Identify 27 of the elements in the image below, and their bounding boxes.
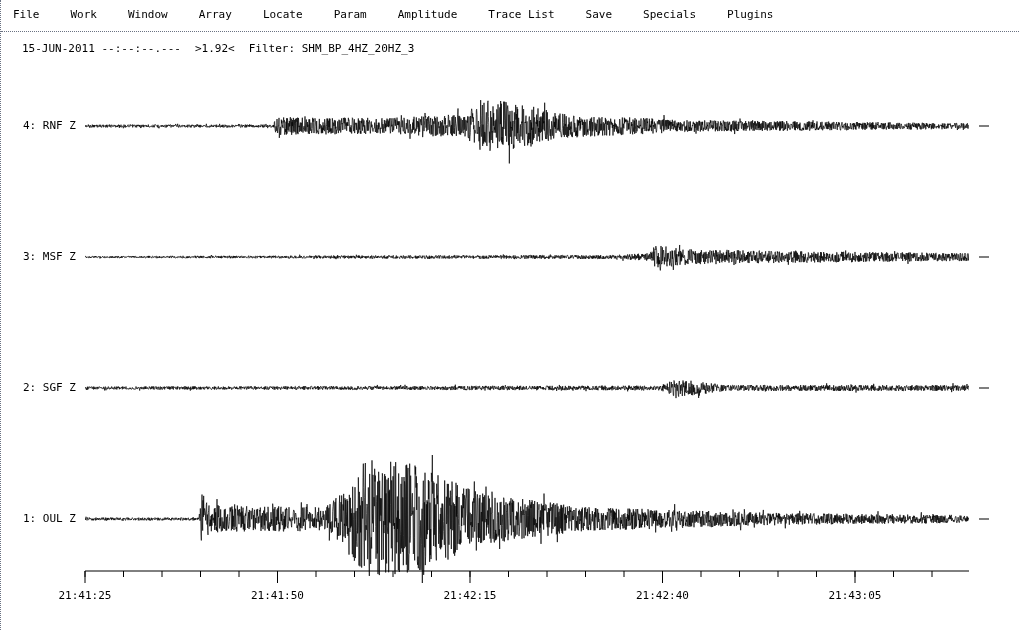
trace-end-mark bbox=[979, 125, 989, 127]
time-axis-label: 21:42:40 bbox=[635, 587, 690, 604]
menu-item[interactable]: Trace List bbox=[488, 7, 555, 24]
menu-item[interactable]: Window bbox=[128, 7, 168, 24]
trace-label: 3: MSF Z bbox=[23, 248, 76, 265]
menu-item[interactable]: File bbox=[13, 7, 40, 24]
trace-label: 4: RNF Z bbox=[23, 117, 76, 134]
trace-label: 2: SGF Z bbox=[23, 379, 76, 396]
menu-item[interactable]: Save bbox=[585, 7, 613, 24]
scale-readout: >1.92< bbox=[194, 41, 235, 57]
menu-item[interactable]: Array bbox=[198, 7, 232, 24]
time-axis-label: 21:43:05 bbox=[827, 587, 883, 604]
trace-label: 1: OUL Z bbox=[23, 510, 76, 527]
menu-item[interactable]: Specials bbox=[643, 7, 697, 24]
trace-end-mark bbox=[979, 387, 989, 389]
menu-item[interactable]: Amplitude bbox=[397, 7, 458, 24]
time-axis-label: 21:41:50 bbox=[250, 587, 305, 604]
menu-item[interactable]: Work bbox=[70, 7, 97, 24]
trace-end-mark bbox=[979, 256, 989, 258]
trace-end-mark bbox=[979, 518, 989, 520]
filter-label: Filter: SHM_BP_4HZ_20HZ_3 bbox=[248, 41, 415, 57]
date-time-readout: 15-JUN-2011 --:--:--.--- bbox=[22, 41, 181, 57]
time-axis-label: 21:42:15 bbox=[442, 587, 498, 604]
menu-item[interactable]: Plugins bbox=[727, 7, 774, 24]
menu-item[interactable]: Param bbox=[333, 7, 367, 24]
time-axis-label: 21:41:25 bbox=[57, 587, 113, 604]
menu-item[interactable]: Locate bbox=[262, 7, 303, 24]
